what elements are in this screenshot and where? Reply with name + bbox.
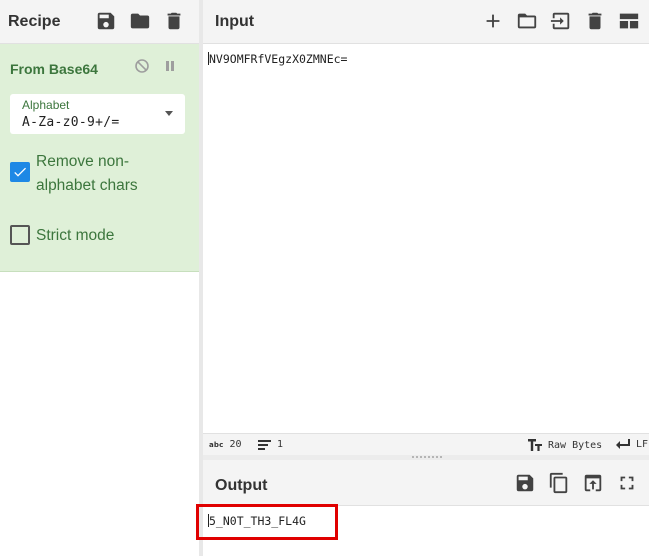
eol-label: LF [636,439,649,450]
save-recipe-button[interactable] [94,9,118,33]
strict-mode-label: Strict mode [36,227,115,244]
lines-icon [258,440,271,450]
reset-layout-button[interactable] [617,9,641,33]
replace-input-icon [584,474,602,492]
alphabet-label: Alphabet [22,98,70,112]
remove-non-alphabet-option: Remove non- alphabet chars [10,150,138,198]
open-folder-button[interactable] [549,9,573,33]
load-recipe-button[interactable] [128,9,152,33]
folder-icon [517,13,537,29]
layout-icon [619,13,639,29]
encoding-label: Raw Bytes [548,439,603,451]
plus-icon [486,14,500,28]
input-text: NV9OMFRfVEgzX0ZMNEc= [208,52,348,66]
output-title: Output [215,477,268,494]
maximise-output-button[interactable] [615,471,639,495]
disable-operation-button[interactable] [133,57,151,75]
add-tab-button[interactable] [481,9,505,33]
input-lines: 1 [277,439,284,450]
clear-recipe-button[interactable] [162,9,186,33]
return-arrow-icon [616,439,630,449]
recipe-pane: Recipe From Base64 Alphabet A-Za-z0-9+/= [0,0,199,556]
eol-selector[interactable]: LF [616,439,648,450]
import-icon [550,12,570,30]
save-icon [516,474,534,492]
output-textarea[interactable]: 5_N0T_TH3_FL4G [203,506,649,556]
resize-grip[interactable] [412,456,442,458]
checkmark-icon [14,167,26,177]
length-indicator: abc 20 [209,439,242,450]
fullscreen-icon [620,476,634,490]
clear-input-button[interactable] [583,9,607,33]
disable-icon [135,59,149,73]
trash-icon [588,12,602,30]
open-file-button[interactable] [515,9,539,33]
alphabet-value: A-Za-z0-9+/= [22,115,120,130]
pause-operation-button[interactable] [161,57,179,75]
output-text: 5_N0T_TH3_FL4G [208,514,306,528]
copy-icon [549,472,568,494]
alphabet-select[interactable]: Alphabet A-Za-z0-9+/= [10,94,185,134]
recipe-header: Recipe [0,0,199,44]
input-textarea[interactable]: NV9OMFRfVEgzX0ZMNEc= [203,44,649,433]
remove-non-alphabet-checkbox[interactable] [10,162,30,182]
input-header: Input [203,0,649,44]
strict-mode-checkbox[interactable] [10,225,30,245]
remove-non-alphabet-label: Remove non- alphabet chars [36,153,138,194]
strict-mode-option: Strict mode [10,224,114,248]
save-icon [97,12,115,30]
recipe-title: Recipe [8,13,61,30]
lines-indicator: 1 [258,439,283,450]
operation-from-base64[interactable]: From Base64 Alphabet A-Za-z0-9+/= Remove… [0,44,199,272]
copy-output-button[interactable] [547,471,571,495]
chevron-down-icon [165,111,173,116]
output-header: Output [203,460,649,506]
input-status-bar: abc 20 1 Raw Bytes LF [203,433,649,455]
input-title: Input [215,13,255,30]
replace-input-button[interactable] [581,471,605,495]
text-format-icon [528,439,542,451]
encoding-selector[interactable]: Raw Bytes [528,439,602,451]
save-output-button[interactable] [513,471,537,495]
trash-icon [167,12,181,30]
operation-name: From Base64 [10,61,98,77]
folder-icon [130,13,150,29]
input-length: 20 [229,439,242,450]
pause-icon [166,61,174,71]
abc-icon: abc [209,440,224,449]
